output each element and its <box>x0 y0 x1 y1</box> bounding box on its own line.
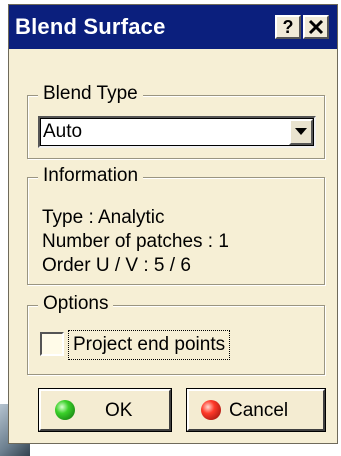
ok-label: OK <box>105 400 133 421</box>
blend-surface-dialog: Blend Surface ? Blend Type Auto Informat… <box>8 4 338 444</box>
chevron-down-icon <box>295 128 307 135</box>
blend-type-select[interactable]: Auto <box>38 116 316 148</box>
title-bar[interactable]: Blend Surface ? <box>9 5 337 49</box>
close-button[interactable] <box>303 15 329 39</box>
blend-type-legend: Blend Type <box>38 82 143 106</box>
green-indicator-icon <box>55 400 75 420</box>
info-patches: Number of patches : 1 <box>42 231 229 252</box>
window-title: Blend Surface <box>15 14 166 39</box>
info-order: Order U / V : 5 / 6 <box>42 255 191 276</box>
blend-type-group: Blend Type Auto <box>27 82 325 159</box>
information-legend: Information <box>38 164 144 188</box>
cancel-button[interactable]: Cancel <box>187 389 325 431</box>
ok-button[interactable]: OK <box>39 389 171 431</box>
close-icon <box>308 19 324 35</box>
cancel-label: Cancel <box>229 400 289 421</box>
options-legend: Options <box>38 292 114 316</box>
red-indicator-icon <box>201 400 221 420</box>
options-group: Options Project end points <box>27 292 325 375</box>
information-group: Information Type : Analytic Number of pa… <box>27 164 325 285</box>
help-button[interactable]: ? <box>275 15 301 39</box>
info-type: Type : Analytic <box>42 207 165 228</box>
project-end-points-checkbox[interactable] <box>40 332 64 356</box>
dropdown-button[interactable] <box>289 119 313 145</box>
project-end-points-label[interactable]: Project end points <box>68 330 231 360</box>
blend-type-value: Auto <box>43 121 83 142</box>
